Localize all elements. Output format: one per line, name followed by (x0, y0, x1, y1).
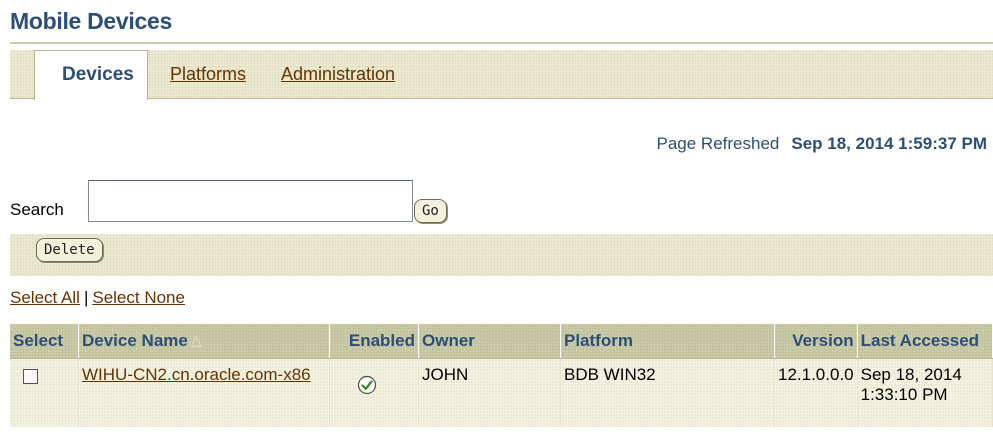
go-button[interactable]: Go (414, 199, 447, 223)
selection-separator: | (83, 288, 89, 307)
check-circle-icon (357, 375, 377, 395)
owner-cell: JOHN (418, 358, 561, 427)
row-select-checkbox[interactable] (23, 369, 38, 384)
sort-ascending-icon[interactable]: △ (191, 332, 202, 349)
column-header-device-name[interactable]: Device Name △ (78, 324, 330, 359)
tab-bar (10, 50, 993, 99)
enabled-cell (329, 358, 419, 427)
device-name-link[interactable]: WIHU-CN2.cn.oracle.com-x86 (82, 365, 311, 384)
tab-platforms[interactable]: Platforms (170, 64, 246, 85)
column-header-enabled: Enabled (329, 324, 419, 359)
column-header-platform: Platform (560, 324, 775, 359)
title-divider (10, 42, 993, 44)
version-cell: 12.1.0.0.0 (774, 358, 858, 427)
selection-links: Select All | Select None (10, 288, 185, 308)
page-refreshed-value: Sep 18, 2014 1:59:37 PM (791, 134, 987, 153)
page-title: Mobile Devices (10, 8, 172, 34)
tab-administration[interactable]: Administration (281, 64, 395, 85)
page-refreshed-label: Page Refreshed (656, 134, 780, 153)
column-header-version: Version (774, 324, 858, 359)
tab-devices-label[interactable]: Devices (62, 64, 134, 86)
column-header-select: Select (10, 324, 79, 359)
tab-platforms-label[interactable]: Platforms (170, 64, 246, 84)
last-accessed-date: Sep 18, 2014 (860, 365, 962, 384)
table-row: WIHU-CN2.cn.oracle.com-x86 JOHN BDB WIN3… (10, 358, 993, 427)
table-header-row: Select Device Name △ Enabled Owner Platfo… (10, 324, 993, 359)
search-label: Search (10, 200, 64, 219)
delete-button[interactable]: Delete (36, 238, 103, 262)
tab-administration-label[interactable]: Administration (281, 64, 395, 84)
last-accessed-time: 1:33:10 PM (860, 385, 948, 404)
select-all-link[interactable]: Select All (10, 288, 80, 307)
action-toolbar (10, 234, 993, 276)
column-header-owner: Owner (418, 324, 561, 359)
select-cell (10, 358, 79, 427)
column-header-last-accessed: Last Accessed (857, 324, 993, 359)
search-input[interactable] (88, 180, 413, 222)
device-name-cell: WIHU-CN2.cn.oracle.com-x86 (78, 358, 330, 427)
mobile-devices-page: Mobile Devices Devices Platforms Adminis… (0, 0, 993, 442)
platform-cell: BDB WIN32 (560, 358, 775, 427)
last-accessed-cell: Sep 18, 2014 1:33:10 PM (857, 358, 993, 427)
page-refreshed-info: Page Refreshed Sep 18, 2014 1:59:37 PM (657, 134, 988, 154)
devices-table: Select Device Name △ Enabled Owner Platfo… (10, 324, 993, 427)
select-none-link[interactable]: Select None (92, 288, 185, 307)
column-header-device-name-label[interactable]: Device Name (82, 331, 188, 350)
